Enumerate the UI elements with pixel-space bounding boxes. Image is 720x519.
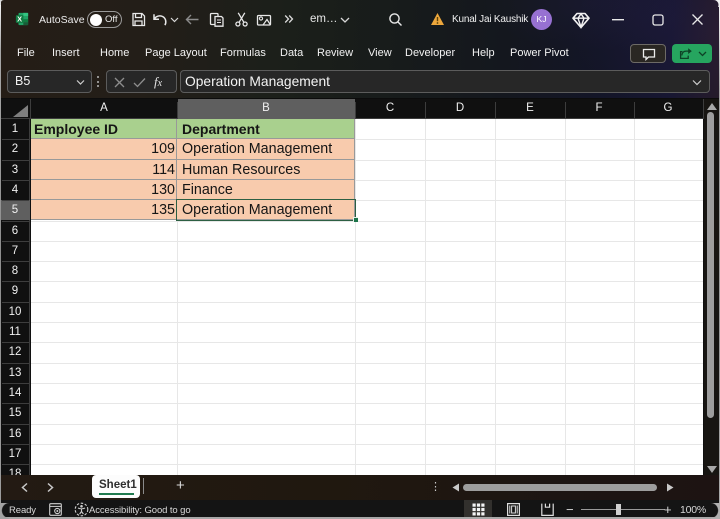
svg-text:X: X (17, 15, 22, 24)
